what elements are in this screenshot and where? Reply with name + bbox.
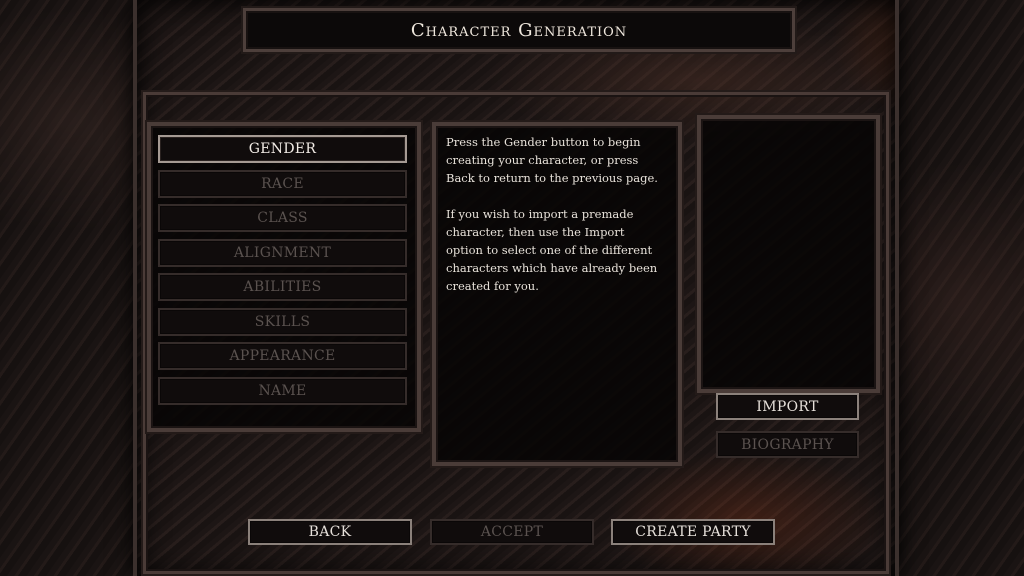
description-paragraph-2: If you wish to import a premade characte… <box>446 207 658 293</box>
create-party-button[interactable]: CREATE PARTY <box>611 519 775 545</box>
skills-button[interactable]: SKILLS <box>158 308 407 336</box>
window-title: Character Generation <box>410 19 628 41</box>
title-bar: Character Generation <box>243 8 795 52</box>
portrait-panel <box>697 115 880 393</box>
description-paragraph-1: Press the Gender button to begin creatin… <box>446 135 658 185</box>
name-button[interactable]: NAME <box>158 377 407 405</box>
appearance-button[interactable]: APPEARANCE <box>158 342 407 370</box>
class-button[interactable]: CLASS <box>158 204 407 232</box>
abilities-button[interactable]: ABILITIES <box>158 273 407 301</box>
biography-button[interactable]: BIOGRAPHY <box>716 431 859 458</box>
race-button[interactable]: RACE <box>158 170 407 198</box>
back-button[interactable]: BACK <box>248 519 412 545</box>
alignment-button[interactable]: ALIGNMENT <box>158 239 407 267</box>
description-text: Press the Gender button to begin creatin… <box>446 133 664 313</box>
accept-button[interactable]: ACCEPT <box>430 519 594 545</box>
import-button[interactable]: IMPORT <box>716 393 859 420</box>
gender-button[interactable]: GENDER <box>158 135 407 163</box>
